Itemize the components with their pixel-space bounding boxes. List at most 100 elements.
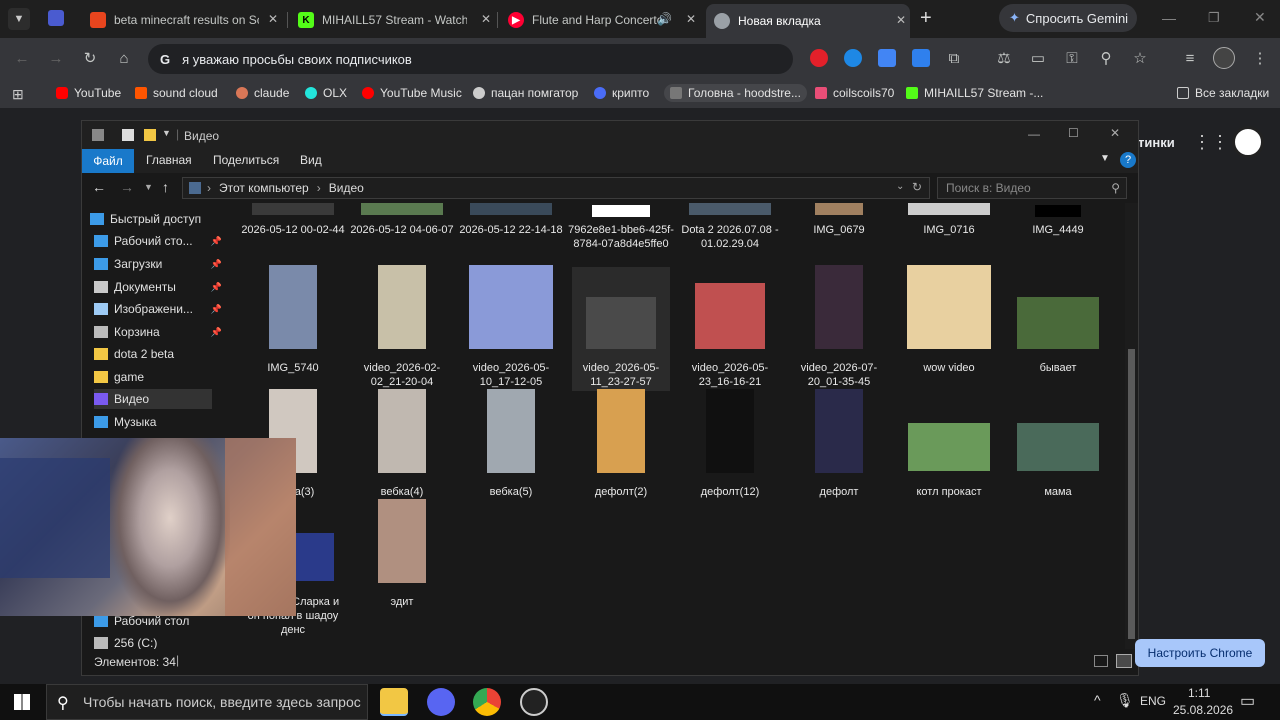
nav-item[interactable]: Корзина 📌 — [94, 322, 222, 342]
address-box[interactable]: › Этот компьютер › Видео ⌄ ↻ — [182, 177, 930, 199]
bookmark-hoodstream[interactable]: Головна - hoodstre... — [664, 84, 807, 102]
search-input[interactable]: Поиск в: Видео ⚲ — [937, 177, 1127, 199]
video-thumbnail[interactable] — [269, 265, 317, 349]
video-thumbnail[interactable] — [689, 203, 771, 215]
video-thumbnail[interactable] — [815, 265, 863, 349]
address-dropdown-icon[interactable]: ⌄ — [896, 181, 904, 192]
nav-item[interactable]: Рабочий сто... 📌 — [94, 231, 222, 251]
location-icon[interactable]: ⚲ — [1096, 49, 1116, 69]
video-thumbnail[interactable] — [706, 389, 754, 473]
close-icon[interactable]: ✕ — [481, 12, 491, 26]
close-icon[interactable]: ✕ — [686, 12, 696, 26]
tab-stream[interactable]: K MIHAILL57 Stream - Watch I ✕ — [290, 6, 495, 34]
video-thumbnail[interactable] — [378, 389, 426, 473]
tab-new-tab[interactable]: Новая вкладка ✕ — [706, 4, 910, 38]
help-icon[interactable]: ? — [1120, 152, 1136, 168]
close-button[interactable]: ✕ — [1110, 126, 1120, 140]
profile-avatar[interactable] — [1213, 47, 1235, 69]
back-icon[interactable]: ← — [12, 49, 32, 69]
restore-button[interactable]: ❐ — [1208, 10, 1220, 26]
bookmark-coilscoils[interactable]: coilscoils70 — [815, 86, 894, 100]
breadcrumb-this-pc[interactable]: Этот компьютер — [219, 181, 309, 195]
tab-file[interactable]: Файл — [82, 149, 134, 173]
refresh-icon[interactable]: ↻ — [912, 180, 922, 194]
video-thumbnail[interactable] — [1017, 297, 1099, 349]
key-icon[interactable]: ⚿ — [1062, 49, 1082, 69]
nav-item[interactable]: Быстрый доступ — [90, 209, 208, 229]
gemini-button[interactable]: ✦ Спросить Gemini — [999, 4, 1137, 32]
video-thumbnail[interactable] — [378, 265, 426, 349]
bookmark-mihaill57[interactable]: MIHAILL57 Stream -... — [906, 86, 1043, 100]
video-thumbnail[interactable] — [908, 423, 990, 471]
video-thumbnail[interactable] — [592, 205, 650, 217]
close-icon[interactable]: ✕ — [896, 13, 906, 27]
taskbar-search[interactable]: ⚲ Чтобы начать поиск, введите здесь запр… — [46, 684, 368, 720]
ribbon-expand-icon[interactable]: ▼ — [1100, 153, 1110, 164]
video-thumbnail[interactable] — [815, 203, 863, 215]
speaker-icon[interactable]: 🔊 — [657, 12, 672, 26]
recent-dropdown-icon[interactable]: ▼ — [144, 182, 153, 192]
video-thumbnail[interactable] — [252, 203, 334, 215]
tab-minecraft[interactable]: beta minecraft results on Sc ✕ — [82, 6, 282, 34]
bookmark-crypto[interactable]: крипто — [594, 86, 649, 100]
passwords-icon[interactable]: ⚖ — [994, 49, 1014, 69]
nav-item[interactable]: game — [94, 367, 212, 387]
tab-search-button[interactable]: ▼ — [8, 8, 30, 30]
video-thumbnail[interactable] — [1035, 205, 1081, 217]
tab-group-icon[interactable] — [48, 10, 64, 26]
forward-icon[interactable]: → — [46, 49, 66, 69]
video-thumbnail[interactable] — [361, 203, 443, 215]
bookmark-star-icon[interactable]: ☆ — [1130, 49, 1150, 69]
vertical-scrollbar[interactable] — [1125, 203, 1138, 649]
page-partial-text[interactable]: тинки — [1138, 135, 1175, 150]
close-icon[interactable]: ✕ — [268, 12, 278, 26]
reload-icon[interactable]: ↻ — [80, 49, 100, 69]
language-indicator[interactable]: ENG — [1140, 694, 1166, 708]
extension-blue-icon[interactable] — [844, 49, 862, 67]
file-explorer-icon[interactable] — [380, 688, 408, 716]
nav-item[interactable]: Документы 📌 — [94, 277, 222, 297]
up-icon[interactable]: ↑ — [162, 179, 169, 195]
customize-chrome-button[interactable]: Настроить Chrome — [1135, 639, 1265, 667]
translate-icon[interactable] — [878, 49, 896, 67]
maximize-button[interactable]: ☐ — [1068, 126, 1079, 140]
menu-icon[interactable]: ⋮ — [1250, 49, 1270, 69]
windows-start-icon[interactable] — [14, 694, 30, 710]
new-tab-button[interactable]: + — [920, 7, 932, 30]
video-thumbnail[interactable] — [815, 389, 863, 473]
qat-dropdown-icon[interactable]: ▼ — [162, 128, 171, 138]
quick-properties-icon[interactable] — [122, 129, 134, 141]
close-window-button[interactable]: ✕ — [1254, 9, 1266, 26]
google-apps-icon[interactable]: ⋮⋮ — [1193, 132, 1229, 153]
bookmark-youtube[interactable]: YouTube — [56, 86, 121, 100]
all-bookmarks[interactable]: Все закладки — [1177, 86, 1269, 100]
video-thumbnail[interactable] — [1017, 423, 1099, 471]
bookmark-claude[interactable]: claude — [236, 86, 289, 100]
scrollbar-thumb[interactable] — [1128, 349, 1135, 639]
forward-icon[interactable]: → — [120, 179, 134, 195]
video-thumbnail[interactable] — [695, 283, 765, 349]
video-thumbnail[interactable] — [378, 499, 426, 583]
video-thumbnail[interactable] — [487, 389, 535, 473]
nav-item[interactable]: Музыка — [94, 412, 212, 432]
apps-grid-icon[interactable]: ⊞ — [12, 86, 24, 103]
video-thumbnail[interactable] — [470, 203, 552, 215]
nav-item[interactable]: Загрузки 📌 — [94, 254, 222, 274]
notifications-icon[interactable]: ▭ — [1240, 691, 1255, 711]
obs-icon[interactable] — [520, 688, 548, 716]
tray-expand-icon[interactable]: ^ — [1094, 692, 1101, 708]
video-thumbnail[interactable] — [597, 389, 645, 473]
tab-home[interactable]: Главная — [146, 153, 192, 167]
clock-date[interactable]: 25.08.2026 — [1173, 703, 1233, 717]
microphone-icon[interactable]: 🎙 — [1116, 692, 1134, 709]
tab-share[interactable]: Поделиться — [213, 153, 279, 167]
thumbnails-view-icon[interactable] — [1116, 654, 1132, 668]
minimize-button[interactable]: — — [1028, 127, 1040, 141]
nav-item[interactable]: Видео — [94, 389, 212, 409]
nav-item[interactable]: dota 2 beta — [94, 344, 212, 364]
extension-red-icon[interactable] — [810, 49, 828, 67]
video-thumbnail[interactable] — [907, 265, 991, 349]
video-thumbnail[interactable] — [586, 297, 656, 349]
tab-flute[interactable]: ▶ Flute and Harp Concerto 🔊 ✕ — [500, 6, 700, 34]
bookmark-soundcloud[interactable]: sound cloud — [135, 86, 218, 100]
